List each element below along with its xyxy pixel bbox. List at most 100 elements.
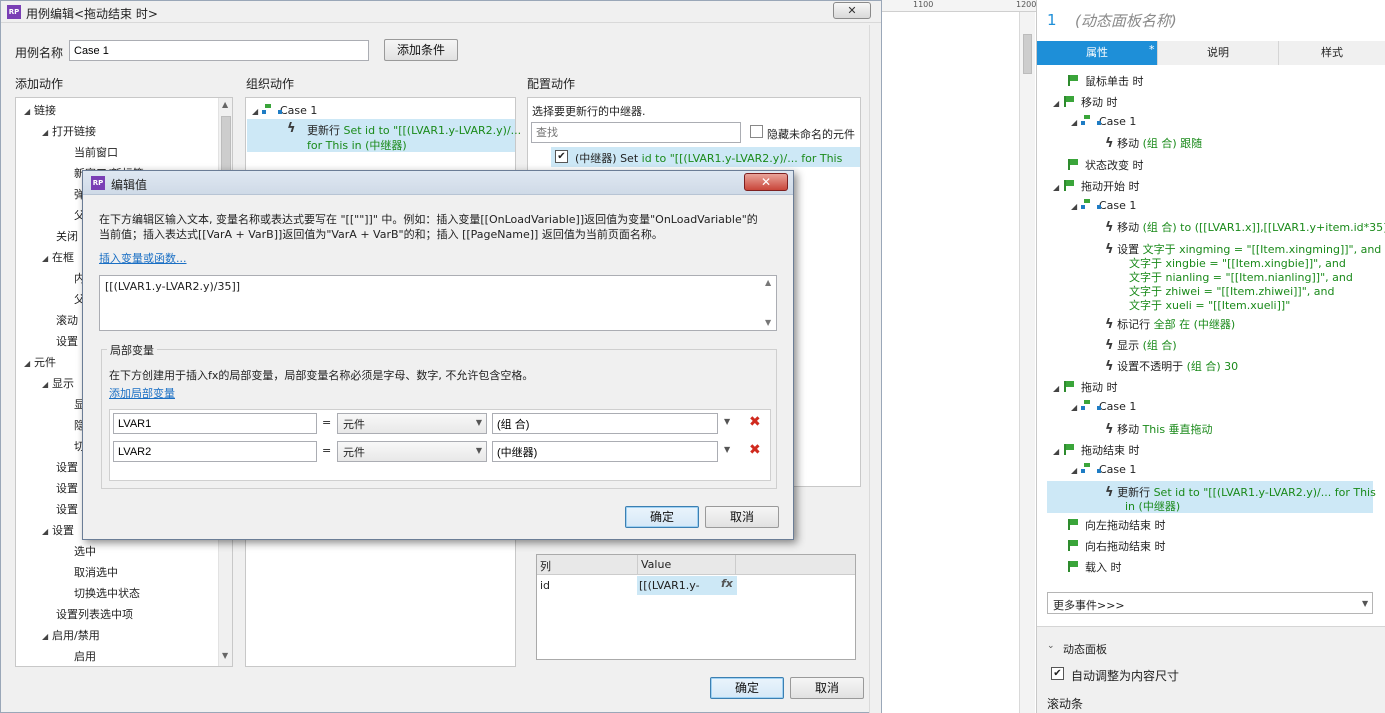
expand-icon[interactable]: ◢	[42, 128, 52, 137]
action-tree-item[interactable]: ◢ 在框	[42, 249, 74, 265]
action-row-continued: 文字于 xueli = "[[Item.xueli]]"	[1129, 299, 1291, 312]
action-tree-item[interactable]: ◢ 显示	[42, 375, 74, 391]
expand-icon[interactable]: ◢	[42, 254, 52, 263]
chevron-down-icon[interactable]: ▼	[724, 445, 730, 454]
var-name-input[interactable]	[113, 441, 317, 462]
add-condition-button[interactable]: 添加条件	[384, 39, 458, 61]
fx-icon[interactable]: fx	[721, 577, 733, 590]
event-row[interactable]: ◢ 拖动 时	[1053, 379, 1118, 395]
action-row[interactable]: ϟ 设置不透明于 (组 合) 30	[1105, 358, 1238, 374]
action-row[interactable]: ϟ 移动 (组 合) to ([[LVAR1.x]],[[LVAR1.y+ite…	[1105, 219, 1385, 235]
expand-icon[interactable]: ◢	[42, 380, 52, 389]
panel-name-field[interactable]: (动态面板名称)	[1075, 10, 1177, 31]
event-flag-icon	[1067, 159, 1079, 170]
case-name-input[interactable]	[69, 40, 369, 61]
edit-value-title: 编辑值	[111, 178, 148, 192]
scroll-down-icon[interactable]: ▼	[765, 318, 771, 327]
lightning-icon: ϟ	[1105, 220, 1114, 235]
event-row[interactable]: ◢ 拖动开始 时	[1053, 178, 1140, 194]
expand-icon[interactable]: ◢	[24, 107, 34, 116]
insert-variable-link[interactable]: 插入变量或函数...	[99, 250, 187, 266]
action-tree-item[interactable]: ◢ 打开链接	[42, 123, 96, 139]
action-detail: Set id to "[[(LVAR1.y-LVAR2.y)/...	[343, 124, 522, 137]
chevron-down-icon[interactable]: ▼	[724, 417, 730, 426]
action-tree-item[interactable]: 关闭	[42, 228, 78, 244]
tab-style[interactable]: 样式	[1279, 41, 1385, 65]
tab-notes[interactable]: 说明	[1158, 41, 1279, 65]
delete-variable-icon[interactable]: ✖	[749, 414, 761, 430]
event-flag-icon	[1067, 540, 1079, 551]
ok-button[interactable]: 确定	[710, 677, 784, 699]
event-row[interactable]: ◢ 移动 时	[1053, 94, 1118, 110]
action-row[interactable]: ϟ 移动 This 垂直拖动	[1105, 421, 1213, 437]
action-tree-item[interactable]: 取消选中	[60, 564, 118, 580]
action-tree-item[interactable]: 设置	[42, 480, 78, 496]
add-local-variable-link[interactable]: 添加局部变量	[109, 385, 175, 401]
action-row[interactable]: ϟ 标记行 全部 在 (中继器)	[1105, 316, 1235, 332]
lightning-icon: ϟ	[1105, 338, 1114, 353]
lightning-icon: ϟ	[1105, 317, 1114, 332]
case-node[interactable]: ◢ Case 1	[252, 104, 317, 117]
action-tree-item[interactable]: 滚动	[42, 312, 78, 328]
ok-button[interactable]: 确定	[625, 506, 699, 528]
var-name-input[interactable]	[113, 413, 317, 434]
scroll-up-icon[interactable]: ▲	[765, 278, 771, 287]
action-tree-item[interactable]: ◢ 设置	[42, 522, 74, 538]
expression-editor[interactable]: [[(LVAR1.y-LVAR2.y)/35]] ▲ ▼	[99, 275, 777, 331]
action-tree-item[interactable]: 设置	[42, 333, 78, 349]
event-row[interactable]: ◢ 拖动结束 时	[1053, 442, 1140, 458]
auto-fit-checkbox[interactable]: ✔	[1051, 667, 1064, 680]
tab-properties[interactable]: 属性 *	[1037, 41, 1158, 65]
action-tree-item[interactable]: 设置列表选中项	[42, 606, 133, 622]
selected-action-row[interactable]: ϟ 更新行 Set id to "[[(LVAR1.y-LVAR2.y)/...…	[247, 119, 521, 152]
action-tree-item[interactable]: 启用	[60, 648, 96, 664]
var-type-select[interactable]: 元件 ▼	[337, 441, 487, 462]
edit-value-titlebar[interactable]: RP 编辑值 ✕	[83, 171, 793, 195]
local-vars-table: = 元件▼ ▼ ✖ = 元件▼ ▼ ✖	[109, 409, 771, 481]
repeater-item[interactable]: ✔ (中继器) Set id to "[[(LVAR1.y-LVAR2.y)/.…	[551, 147, 860, 167]
action-detail-line2: for This in (中继器)	[307, 139, 407, 152]
event-row[interactable]: 载入 时	[1067, 559, 1122, 575]
case-row[interactable]: ◢ Case 1	[1071, 199, 1136, 212]
action-tree-item[interactable]: 当前窗口	[60, 144, 118, 160]
var-target-input[interactable]	[492, 441, 718, 462]
action-tree-item[interactable]: ◢ 元件	[24, 354, 56, 370]
event-row[interactable]: 鼠标单击 时	[1067, 73, 1144, 89]
close-icon[interactable]: ✕	[833, 2, 871, 19]
action-tree-item[interactable]: ◢ 启用/禁用	[42, 627, 100, 643]
chevron-down-icon[interactable]: ⌄	[1047, 641, 1055, 651]
expand-icon[interactable]: ◢	[42, 632, 52, 641]
var-type-select[interactable]: 元件 ▼	[337, 413, 487, 434]
lightning-icon: ϟ	[1105, 242, 1114, 257]
action-tree-item[interactable]: 选中	[60, 543, 96, 559]
grid-cell-value[interactable]: [[(LVAR1.y- fx	[637, 576, 737, 595]
close-icon[interactable]: ✕	[744, 173, 788, 191]
hide-unnamed-checkbox[interactable]	[750, 125, 763, 138]
delete-variable-icon[interactable]: ✖	[749, 442, 761, 458]
event-row[interactable]: 向左拖动结束 时	[1067, 517, 1166, 533]
event-row[interactable]: 向右拖动结束 时	[1067, 538, 1166, 554]
event-flag-icon	[1063, 444, 1075, 455]
var-target-input[interactable]	[492, 413, 718, 434]
action-tree-item[interactable]: 设置	[42, 459, 78, 475]
case-row[interactable]: ◢ Case 1	[1071, 463, 1136, 476]
expand-icon[interactable]: ◢	[42, 527, 52, 536]
action-tree-item[interactable]: ◢ 链接	[24, 102, 56, 118]
canvas-scrollbar[interactable]	[1019, 12, 1035, 713]
case-row[interactable]: ◢ Case 1	[1071, 115, 1136, 128]
more-events-select[interactable]: 更多事件>>> ▼	[1047, 592, 1373, 614]
action-row[interactable]: ϟ 移动 (组 合) 跟随	[1105, 135, 1202, 151]
expand-icon[interactable]: ◢	[24, 359, 34, 368]
cancel-button[interactable]: 取消	[705, 506, 779, 528]
cancel-button[interactable]: 取消	[790, 677, 864, 699]
action-tree-item[interactable]: 设置	[42, 501, 78, 517]
lightning-icon: ϟ	[1105, 136, 1114, 151]
action-tree-item[interactable]: 切换选中状态	[60, 585, 140, 601]
case-editor-titlebar[interactable]: RP 用例编辑<拖动结束 时> ✕	[1, 1, 881, 23]
case-icon	[1081, 199, 1101, 210]
action-row[interactable]: ϟ 显示 (组 合)	[1105, 337, 1177, 353]
case-row[interactable]: ◢ Case 1	[1071, 400, 1136, 413]
search-input[interactable]	[531, 122, 741, 143]
repeater-checkbox[interactable]: ✔	[555, 150, 568, 163]
event-row[interactable]: 状态改变 时	[1067, 157, 1144, 173]
